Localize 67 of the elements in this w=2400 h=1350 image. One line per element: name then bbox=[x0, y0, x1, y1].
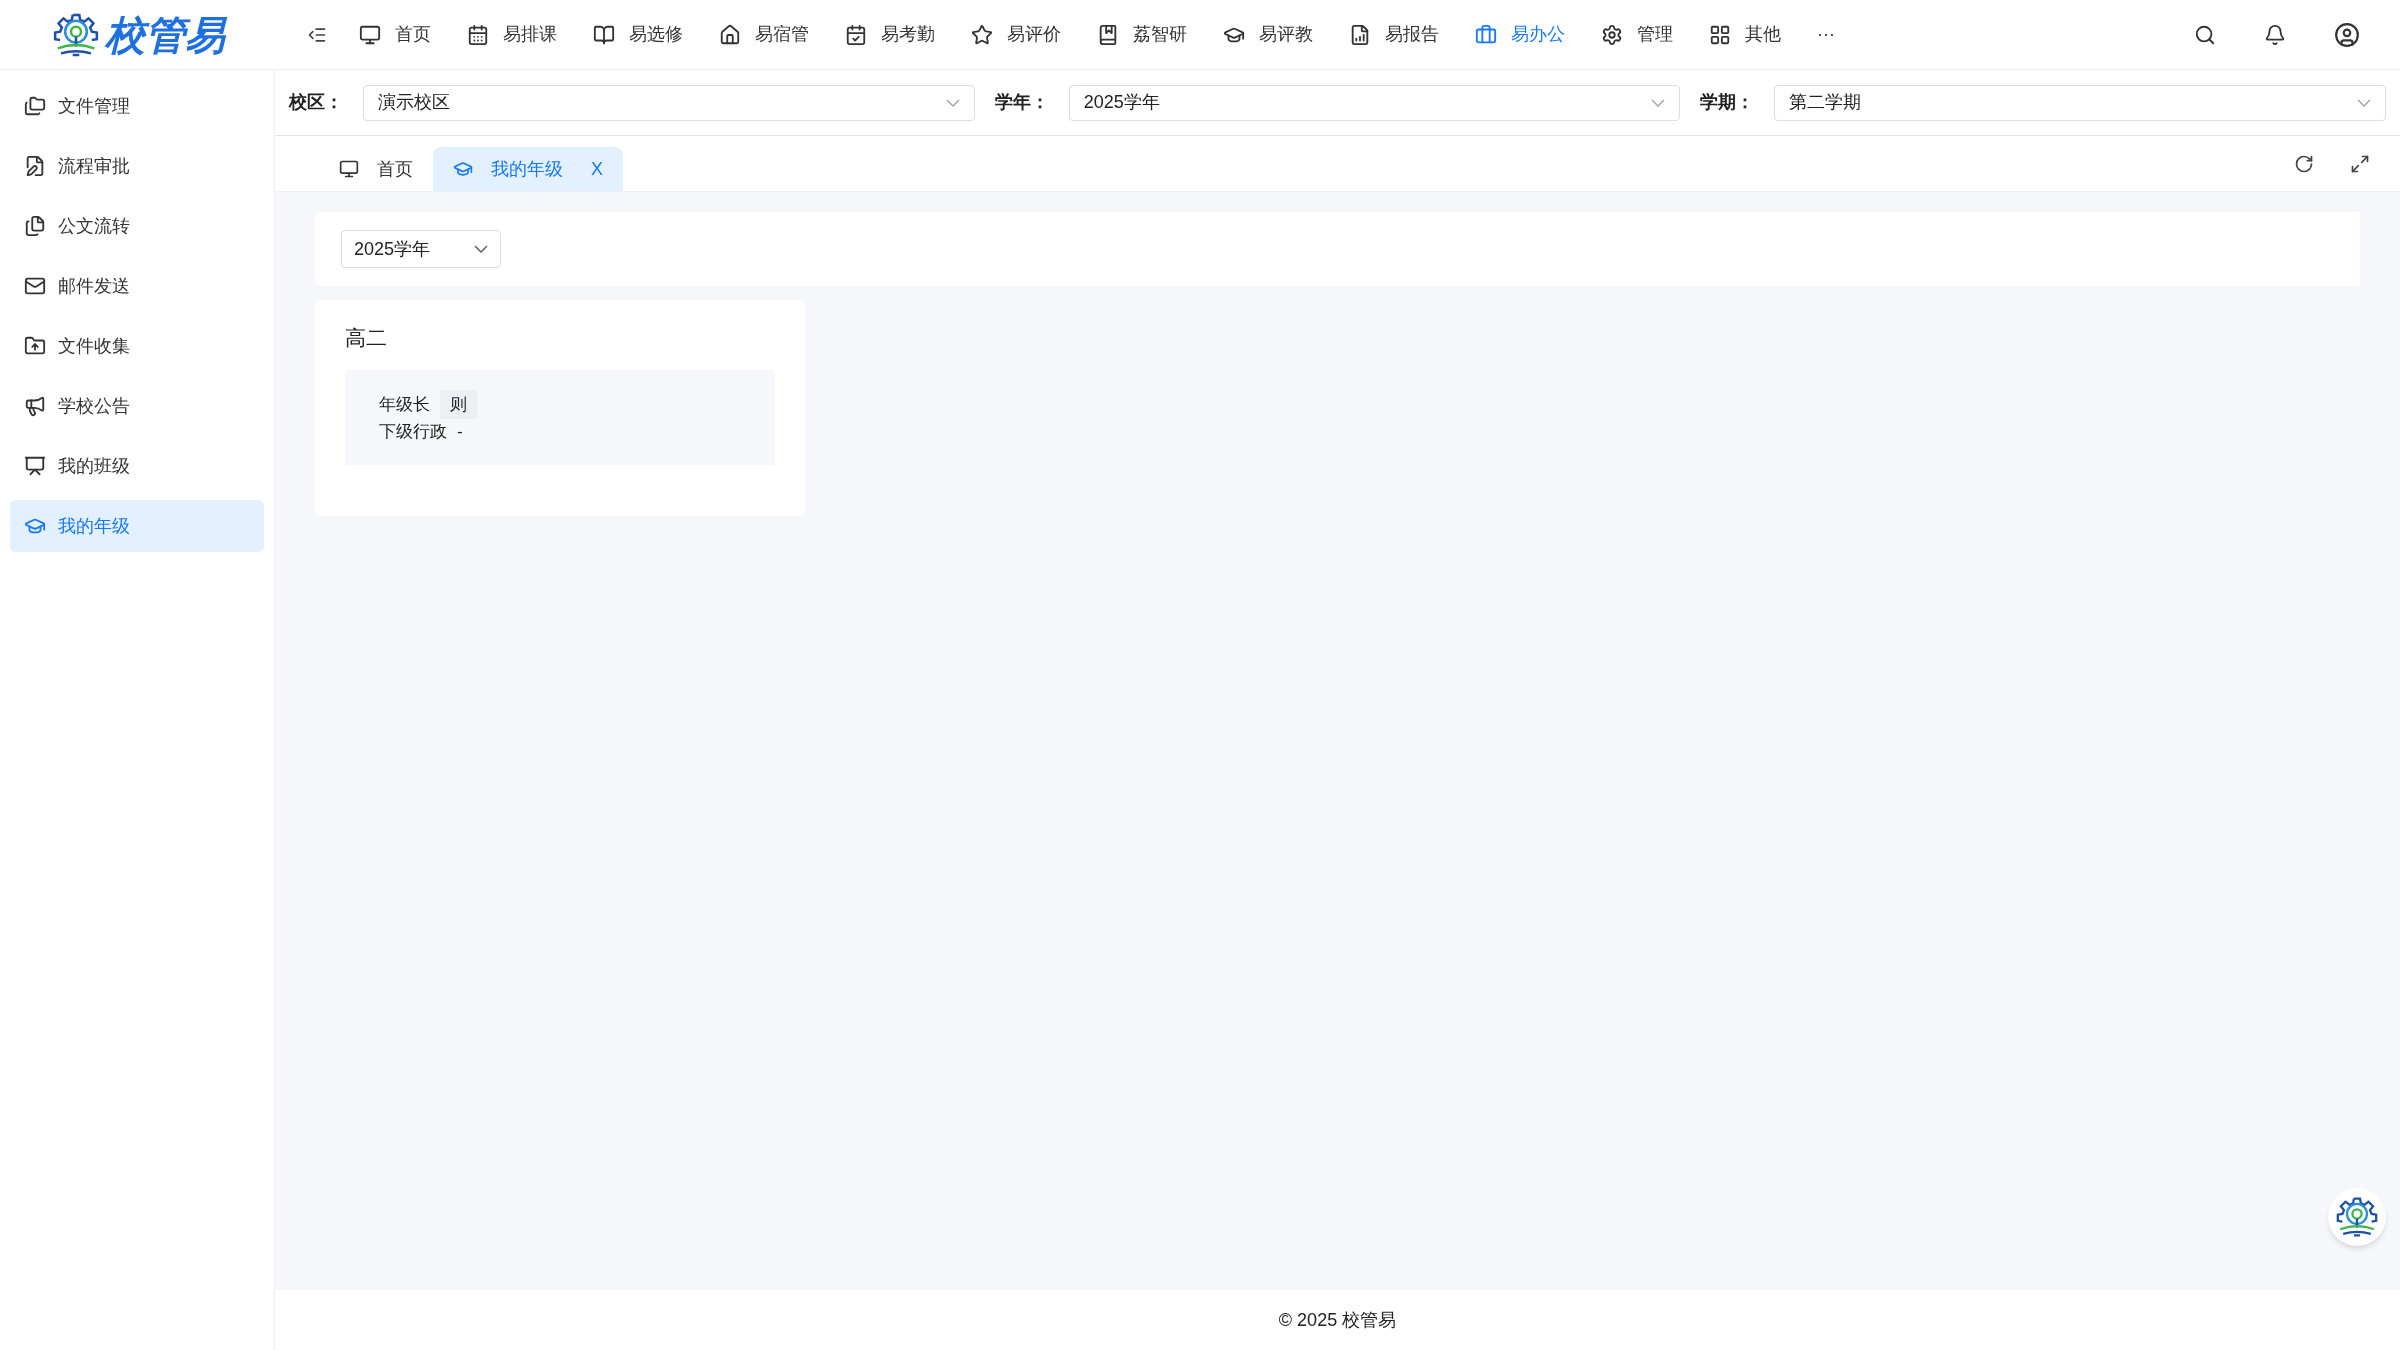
nav-item[interactable]: 易评价 bbox=[971, 14, 1061, 55]
nav-item[interactable]: 荔智研 bbox=[1097, 14, 1187, 55]
monitor-icon bbox=[359, 23, 381, 46]
sidebar-item[interactable]: 文件收集 bbox=[10, 320, 264, 372]
grid-icon bbox=[1709, 23, 1731, 46]
fullscreen-icon[interactable] bbox=[2350, 154, 2370, 174]
sidebar-item[interactable]: 公文流转 bbox=[10, 200, 264, 252]
filter-select[interactable]: 演示校区 bbox=[363, 84, 975, 121]
folder-upload-icon bbox=[24, 335, 46, 357]
sidebar-item[interactable]: 文件管理 bbox=[10, 80, 264, 132]
nav-item[interactable]: 易评教 bbox=[1223, 14, 1313, 55]
chevron-down-icon bbox=[1651, 98, 1666, 107]
nav-item[interactable]: 管理 bbox=[1601, 14, 1673, 55]
house-icon bbox=[719, 23, 741, 46]
files-icon bbox=[24, 215, 46, 237]
chevron-down-icon bbox=[945, 98, 960, 107]
refresh-icon[interactable] bbox=[2294, 154, 2314, 174]
page-tab[interactable]: 首页 bbox=[319, 147, 433, 191]
calendar-check-icon bbox=[845, 23, 867, 46]
folders-icon bbox=[24, 95, 46, 117]
bookmark-icon bbox=[1097, 23, 1119, 46]
sidebar-item[interactable]: 流程审批 bbox=[10, 140, 264, 192]
sidebar-item[interactable]: 邮件发送 bbox=[10, 260, 264, 312]
assistant-button[interactable] bbox=[2328, 1188, 2386, 1246]
bell-icon[interactable] bbox=[2264, 23, 2286, 46]
nav-item[interactable]: 易排课 bbox=[467, 14, 557, 55]
file-edit-icon bbox=[24, 155, 46, 177]
star-icon bbox=[971, 23, 993, 46]
nav-item[interactable]: 易办公 bbox=[1475, 14, 1565, 55]
filter-label: 学期： bbox=[1700, 91, 1755, 114]
monitor-icon bbox=[339, 159, 359, 179]
megaphone-icon bbox=[24, 395, 46, 417]
filter-select[interactable]: 第二学期 bbox=[1774, 84, 2386, 121]
report-icon bbox=[1349, 23, 1371, 46]
search-icon[interactable] bbox=[2194, 23, 2216, 46]
briefcase-icon bbox=[1475, 23, 1497, 46]
sidebar-item[interactable]: 我的班级 bbox=[10, 440, 264, 492]
blackboard-icon bbox=[24, 455, 46, 477]
info-value: - bbox=[457, 421, 463, 443]
nav-item[interactable]: 易考勤 bbox=[845, 14, 935, 55]
mail-icon bbox=[24, 275, 46, 297]
user-icon[interactable] bbox=[2334, 21, 2360, 48]
grade-title: 高二 bbox=[345, 325, 388, 351]
nav-item[interactable]: 易报告 bbox=[1349, 14, 1439, 55]
graduation-cap-icon bbox=[453, 159, 473, 179]
chevron-down-icon bbox=[2357, 98, 2371, 107]
nav-item[interactable]: 其他 bbox=[1709, 14, 1781, 55]
info-label: 下级行政 bbox=[379, 421, 447, 443]
sidebar-item[interactable]: 学校公告 bbox=[10, 380, 264, 432]
book-icon bbox=[593, 23, 615, 46]
chevron-down-icon bbox=[474, 245, 488, 253]
name-tag: 则 bbox=[440, 389, 477, 419]
calendar-icon bbox=[467, 23, 489, 46]
settings-icon bbox=[1601, 23, 1623, 46]
filter-label: 学年： bbox=[994, 91, 1049, 114]
info-label: 年级长 bbox=[379, 393, 430, 416]
close-tab-button[interactable]: X bbox=[591, 155, 603, 183]
nav-item[interactable]: 易选修 bbox=[593, 14, 683, 55]
sidebar-item[interactable]: 我的年级 bbox=[10, 500, 264, 552]
filter-label: 校区： bbox=[289, 91, 343, 114]
nav-item[interactable]: 首页 bbox=[359, 14, 431, 55]
page-tab[interactable]: 我的年级 X bbox=[433, 147, 623, 191]
nav-item[interactable]: 易宿管 bbox=[719, 14, 809, 55]
filter-select[interactable]: 2025学年 bbox=[1068, 84, 1681, 121]
more-button[interactable]: ··· bbox=[1817, 21, 1835, 48]
year-select[interactable]: 2025学年 bbox=[341, 230, 501, 268]
copyright-text: © 2025 校管易 bbox=[1278, 1308, 1397, 1332]
